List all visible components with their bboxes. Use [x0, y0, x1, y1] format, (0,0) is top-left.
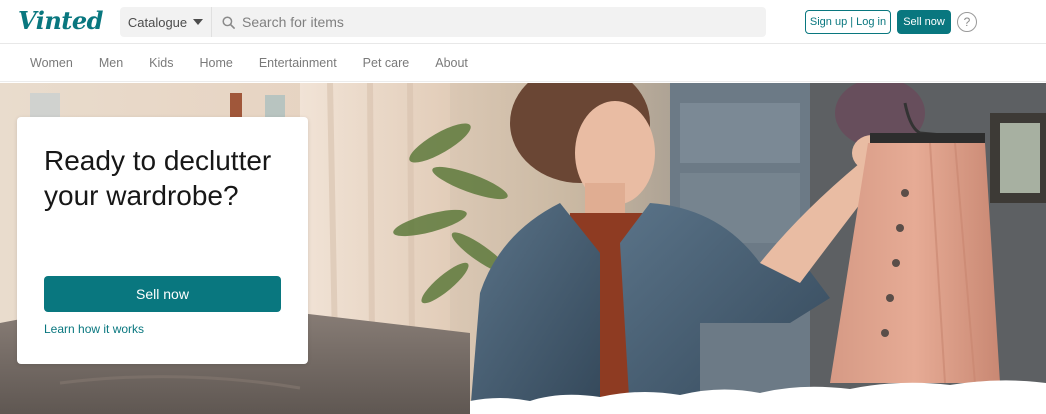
nav-item-about[interactable]: About: [435, 56, 468, 70]
nav-item-pet-care[interactable]: Pet care: [363, 56, 410, 70]
learn-how-it-works-link[interactable]: Learn how it works: [44, 322, 144, 336]
category-nav: Women Men Kids Home Entertainment Pet ca…: [0, 44, 1046, 82]
hero-card: Ready to declutter your wardrobe? Sell n…: [17, 117, 308, 364]
search-field: [212, 7, 766, 37]
search-bar: Catalogue: [120, 7, 766, 37]
signup-login-button[interactable]: Sign up | Log in: [805, 10, 891, 34]
hero-title: Ready to declutter your wardrobe?: [44, 145, 272, 211]
catalogue-dropdown[interactable]: Catalogue: [120, 7, 212, 37]
vinted-logo[interactable]: Vinted: [18, 6, 103, 35]
hero-sell-now-button[interactable]: Sell now: [44, 276, 281, 312]
nav-item-men[interactable]: Men: [99, 56, 123, 70]
nav-item-kids[interactable]: Kids: [149, 56, 173, 70]
hero-banner: Ready to declutter your wardrobe? Sell n…: [0, 83, 1046, 414]
catalogue-label: Catalogue: [127, 14, 188, 30]
nav-item-women[interactable]: Women: [30, 56, 73, 70]
top-header: Vinted Catalogue Sign up | Log in Sell n…: [0, 0, 1046, 44]
sell-now-header-button[interactable]: Sell now: [897, 10, 951, 34]
nav-item-entertainment[interactable]: Entertainment: [259, 56, 337, 70]
help-icon[interactable]: ?: [957, 12, 977, 32]
search-input[interactable]: [242, 14, 742, 30]
search-icon: [222, 15, 235, 29]
chevron-down-icon: [193, 19, 204, 25]
nav-item-home[interactable]: Home: [200, 56, 233, 70]
